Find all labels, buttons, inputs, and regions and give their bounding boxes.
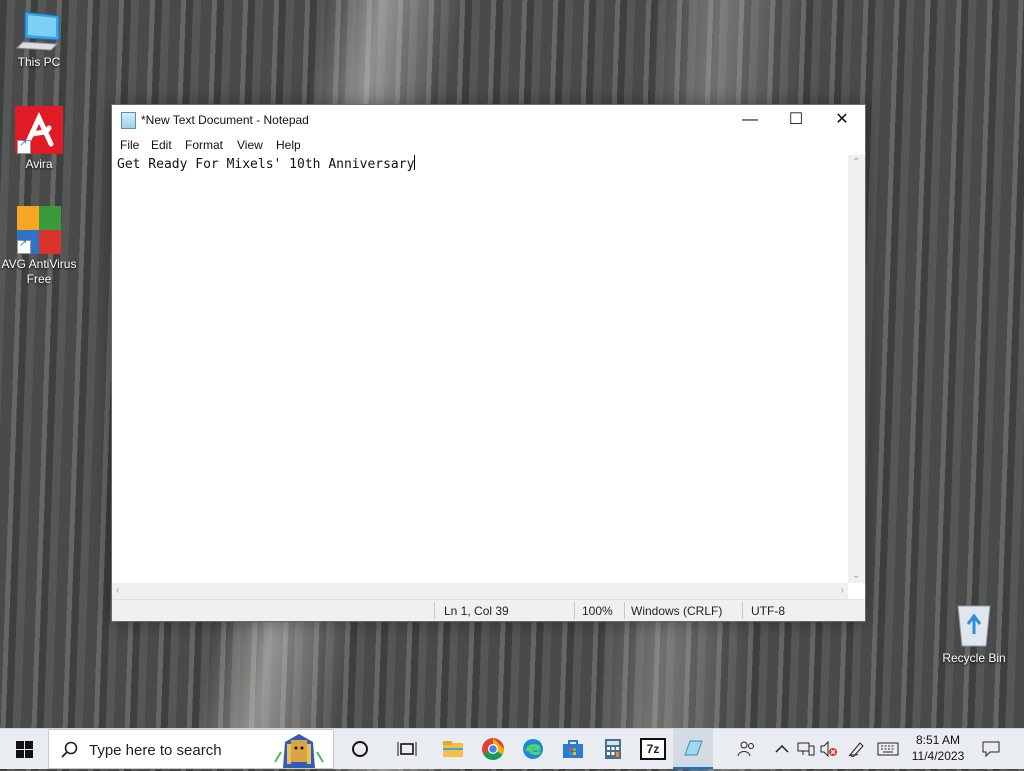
- recycle-bin-icon: [950, 602, 998, 648]
- menu-edit[interactable]: Edit: [151, 138, 172, 152]
- vertical-scrollbar[interactable]: ⌃ ⌄: [848, 155, 865, 583]
- desktop-icon-label: Avira: [25, 157, 53, 171]
- menu-file[interactable]: File: [120, 138, 139, 152]
- scroll-down-icon[interactable]: ⌄: [852, 570, 860, 581]
- seven-zip-icon[interactable]: 7z: [633, 729, 673, 769]
- avira-icon: [15, 106, 63, 154]
- people-icon[interactable]: [737, 729, 757, 769]
- calculator-icon[interactable]: [593, 729, 633, 769]
- notepad-taskbar-icon[interactable]: [673, 729, 713, 769]
- desktop-icon-avira[interactable]: Avira: [1, 106, 77, 172]
- pen-workspace-icon[interactable]: [848, 729, 866, 769]
- status-bar: Ln 1, Col 39 100% Windows (CRLF) UTF-8: [112, 599, 865, 621]
- edge-icon[interactable]: [513, 729, 553, 769]
- line-ending: Windows (CRLF): [631, 604, 723, 618]
- horizontal-scrollbar[interactable]: ‹ ›: [112, 583, 848, 600]
- window-title: *New Text Document - Notepad: [141, 113, 309, 127]
- clock-date: 11/4/2023: [911, 749, 965, 763]
- shortcut-arrow-icon: [17, 138, 31, 154]
- notepad-window: *New Text Document - Notepad — ☐ ✕ File …: [111, 104, 866, 622]
- editor-line: Get Ready For Mixels' 10th Anniversary: [117, 155, 848, 175]
- store-icon[interactable]: [553, 729, 593, 769]
- title-bar[interactable]: *New Text Document - Notepad — ☐ ✕: [112, 105, 865, 135]
- desktop-icon-this-pc[interactable]: This PC: [1, 10, 77, 70]
- cortana-icon[interactable]: [340, 729, 380, 769]
- maximize-button[interactable]: ☐: [773, 105, 819, 135]
- scroll-left-icon[interactable]: ‹: [116, 585, 119, 596]
- clock[interactable]: 8:51 AM 11/4/2023: [903, 732, 973, 764]
- minimize-button[interactable]: —: [727, 105, 773, 135]
- shortcut-arrow-icon: [17, 238, 31, 254]
- zoom-level: 100%: [582, 604, 613, 618]
- menu-view[interactable]: View: [237, 138, 263, 152]
- cursor-position: Ln 1, Col 39: [444, 604, 509, 618]
- menu-bar: File Edit Format View Help: [112, 135, 865, 155]
- text-editor[interactable]: Get Ready For Mixels' 10th Anniversary: [112, 155, 848, 583]
- touch-keyboard-icon[interactable]: [877, 729, 899, 769]
- desktop-icon-avg[interactable]: AVG AntiVirus Free: [1, 206, 77, 287]
- encoding: UTF-8: [751, 604, 785, 618]
- status-divider: [434, 602, 435, 619]
- taskbar-search[interactable]: Type here to search: [48, 729, 334, 769]
- scroll-up-icon[interactable]: ⌃: [852, 157, 860, 168]
- chrome-icon[interactable]: [473, 729, 513, 769]
- clock-time: 8:51 AM: [915, 733, 961, 747]
- taskbar: Type here to search 7z 8:51 AM 11/4/2023: [0, 728, 1024, 769]
- text-caret: [414, 155, 416, 170]
- status-divider: [624, 602, 625, 619]
- status-divider: [742, 602, 743, 619]
- status-divider: [574, 602, 575, 619]
- show-hidden-icons-chevron-icon[interactable]: [775, 729, 789, 769]
- desktop-icon-label: This PC: [17, 55, 61, 69]
- search-highlight-image[interactable]: [269, 732, 329, 768]
- scroll-right-icon[interactable]: ›: [841, 585, 844, 596]
- file-explorer-icon[interactable]: [433, 729, 473, 769]
- computer-icon: [15, 10, 63, 52]
- desktop-icon-label: Recycle Bin: [942, 651, 1006, 665]
- notifications-icon[interactable]: [982, 729, 1000, 769]
- menu-format[interactable]: Format: [185, 138, 223, 152]
- task-view-icon[interactable]: [387, 729, 427, 769]
- notepad-icon: [121, 112, 136, 129]
- editor-text: Get Ready For Mixels' 10th Anniversary: [117, 157, 415, 172]
- windows-logo-icon: [15, 740, 33, 758]
- avg-icon: [15, 206, 63, 254]
- volume-muted-icon[interactable]: [820, 729, 838, 769]
- desktop-icon-recycle-bin[interactable]: Recycle Bin: [936, 602, 1012, 666]
- network-icon[interactable]: [797, 729, 815, 769]
- search-icon: [61, 741, 78, 758]
- start-button[interactable]: [4, 729, 44, 769]
- search-placeholder: Type here to search: [89, 742, 222, 759]
- desktop-icon-label: AVG AntiVirus Free: [1, 257, 77, 286]
- close-button[interactable]: ✕: [819, 105, 865, 135]
- menu-help[interactable]: Help: [276, 138, 301, 152]
